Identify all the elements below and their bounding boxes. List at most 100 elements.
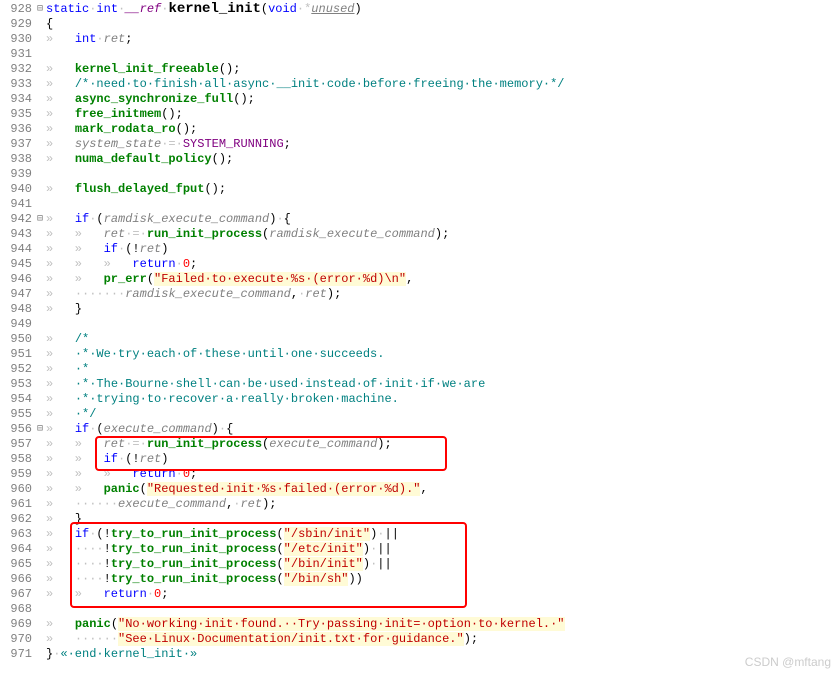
code-content[interactable]: » ····!try_to_run_init_process("/etc/ini… — [46, 542, 839, 557]
code-line[interactable]: 947 » ·······ramdisk_execute_command,·ret… — [0, 287, 839, 302]
code-line[interactable]: 935» free_initmem(); — [0, 107, 839, 122]
code-line[interactable]: 966» ····!try_to_run_init_process("/bin/… — [0, 572, 839, 587]
code-line[interactable]: 941 — [0, 197, 839, 212]
code-content[interactable]: » » return·0; — [46, 587, 839, 602]
code-line[interactable]: 943» » ret·=·run_init_process(ramdisk_ex… — [0, 227, 839, 242]
code-content[interactable]: » } — [46, 302, 839, 317]
code-line[interactable]: 945» » » return·0; — [0, 257, 839, 272]
code-content[interactable]: » » if·(!ret) — [46, 452, 839, 467]
code-line[interactable]: 940 » flush_delayed_fput(); — [0, 182, 839, 197]
code-content[interactable]: » numa_default_policy(); — [46, 152, 839, 167]
code-editor[interactable]: 928⊟static·int·__ref·kernel_init(void·*u… — [0, 0, 839, 664]
code-content[interactable]: » ·*/ — [46, 407, 839, 422]
code-line[interactable]: 967» » return·0; — [0, 587, 839, 602]
code-content[interactable]: » ······"See·Linux·Documentation/init.tx… — [46, 632, 839, 647]
code-line[interactable]: 934» async_synchronize_full(); — [0, 92, 839, 107]
code-line[interactable]: 963» if·(!try_to_run_init_process("/sbin… — [0, 527, 839, 542]
code-line[interactable]: 936» mark_rodata_ro(); — [0, 122, 839, 137]
code-content[interactable]: » » panic("Requested·init·%s·failed·(err… — [46, 482, 839, 497]
code-content[interactable]: » /* — [46, 332, 839, 347]
code-content[interactable]: » » ret·=·run_init_process(execute_comma… — [46, 437, 839, 452]
code-content[interactable]: » if·(!try_to_run_init_process("/sbin/in… — [46, 527, 839, 542]
code-line[interactable]: 938» numa_default_policy(); — [0, 152, 839, 167]
code-content[interactable]: » panic("No·working·init·found.··Try·pas… — [46, 617, 839, 632]
code-line[interactable]: 954» ·*·trying·to·recover·a·really·broke… — [0, 392, 839, 407]
code-content[interactable]: » async_synchronize_full(); — [46, 92, 839, 107]
code-line[interactable]: 957» » ret·=·run_init_process(execute_co… — [0, 437, 839, 452]
code-content[interactable]: » ·······ramdisk_execute_command,·ret); — [46, 287, 839, 302]
code-content[interactable]: » » pr_err("Failed·to·execute·%s·(error·… — [46, 272, 839, 287]
line-number: 929 — [0, 17, 34, 32]
code-content[interactable] — [46, 197, 839, 212]
fold-marker[interactable]: ⊟ — [34, 212, 46, 227]
code-line[interactable]: 960» » panic("Requested·init·%s·failed·(… — [0, 482, 839, 497]
code-content[interactable]: » /*·need·to·finish·all·async·__init·cod… — [46, 77, 839, 92]
code-line[interactable]: 937» system_state·=·SYSTEM_RUNNING; — [0, 137, 839, 152]
code-line[interactable]: 946» » pr_err("Failed·to·execute·%s·(err… — [0, 272, 839, 287]
code-line[interactable]: 930» int·ret; — [0, 32, 839, 47]
code-content[interactable]: » ····!try_to_run_init_process("/bin/ini… — [46, 557, 839, 572]
code-line[interactable]: 961» ······execute_command,·ret); — [0, 497, 839, 512]
code-line[interactable]: 929 { — [0, 17, 839, 32]
code-content[interactable]: » ·*·trying·to·recover·a·really·broken·m… — [46, 392, 839, 407]
code-content[interactable]: » } — [46, 512, 839, 527]
code-content[interactable]: » ·*·The·Bourne·shell·can·be·used·instea… — [46, 377, 839, 392]
code-content[interactable] — [46, 167, 839, 182]
code-line[interactable]: 956⊟» if·(execute_command)·{ — [0, 422, 839, 437]
code-content[interactable]: » kernel_init_freeable(); — [46, 62, 839, 77]
code-line[interactable]: 933» /*·need·to·finish·all·async·__init·… — [0, 77, 839, 92]
code-line[interactable]: 928⊟static·int·__ref·kernel_init(void·*u… — [0, 2, 839, 17]
code-line[interactable]: 971}·«·end·kernel_init·» — [0, 647, 839, 662]
code-content[interactable]: » » » return·0; — [46, 257, 839, 272]
code-line[interactable]: 965» ····!try_to_run_init_process("/bin/… — [0, 557, 839, 572]
code-line[interactable]: 958» » if·(!ret) — [0, 452, 839, 467]
code-line[interactable]: 955» ·*/ — [0, 407, 839, 422]
code-content[interactable]: » ·*·We·try·each·of·these·until·one·succ… — [46, 347, 839, 362]
code-line[interactable]: 968 — [0, 602, 839, 617]
fold-marker[interactable]: ⊟ — [34, 2, 46, 17]
code-content[interactable]: static·int·__ref·kernel_init(void·*unuse… — [46, 2, 839, 17]
code-line[interactable]: 932» kernel_init_freeable(); — [0, 62, 839, 77]
code-content[interactable]: » flush_delayed_fput(); — [46, 182, 839, 197]
code-content[interactable]: » » ret·=·run_init_process(ramdisk_execu… — [46, 227, 839, 242]
line-number: 941 — [0, 197, 34, 212]
fold-marker — [34, 347, 46, 362]
code-content[interactable]: { — [46, 17, 839, 32]
code-content[interactable]: » » if·(!ret) — [46, 242, 839, 257]
code-line[interactable]: 951» ·*·We·try·each·of·these·until·one·s… — [0, 347, 839, 362]
code-line[interactable]: 949 — [0, 317, 839, 332]
code-content[interactable]: » if·(execute_command)·{ — [46, 422, 839, 437]
code-content[interactable]: » » » return·0; — [46, 467, 839, 482]
code-content[interactable]: » free_initmem(); — [46, 107, 839, 122]
line-number: 947 — [0, 287, 34, 302]
code-line[interactable]: 969» panic("No·working·init·found.··Try·… — [0, 617, 839, 632]
code-content[interactable] — [46, 317, 839, 332]
code-content[interactable] — [46, 47, 839, 62]
code-line[interactable]: 959» » » return·0; — [0, 467, 839, 482]
fold-marker[interactable]: ⊟ — [34, 422, 46, 437]
code-content[interactable]: » ·* — [46, 362, 839, 377]
line-number: 940 — [0, 182, 34, 197]
code-content[interactable]: » ····!try_to_run_init_process("/bin/sh"… — [46, 572, 839, 587]
code-line[interactable]: 962» } — [0, 512, 839, 527]
code-content[interactable]: » int·ret; — [46, 32, 839, 47]
code-line[interactable]: 970» ······"See·Linux·Documentation/init… — [0, 632, 839, 647]
code-line[interactable]: 950» /* — [0, 332, 839, 347]
line-number: 949 — [0, 317, 34, 332]
code-line[interactable]: 942⊟» if·(ramdisk_execute_command)·{ — [0, 212, 839, 227]
code-content[interactable] — [46, 602, 839, 617]
code-content[interactable]: }·«·end·kernel_init·» — [46, 647, 839, 662]
code-line[interactable]: 964» ····!try_to_run_init_process("/etc/… — [0, 542, 839, 557]
code-content[interactable]: » ······execute_command,·ret); — [46, 497, 839, 512]
code-line[interactable]: 953» ·*·The·Bourne·shell·can·be·used·ins… — [0, 377, 839, 392]
code-line[interactable]: 931 — [0, 47, 839, 62]
code-content[interactable]: » mark_rodata_ro(); — [46, 122, 839, 137]
code-line[interactable]: 948» } — [0, 302, 839, 317]
code-content[interactable]: » if·(ramdisk_execute_command)·{ — [46, 212, 839, 227]
code-line[interactable]: 944» » if·(!ret) — [0, 242, 839, 257]
fold-marker — [34, 317, 46, 332]
code-line[interactable]: 939 — [0, 167, 839, 182]
code-line[interactable]: 952» ·* — [0, 362, 839, 377]
fold-marker — [34, 272, 46, 287]
code-content[interactable]: » system_state·=·SYSTEM_RUNNING; — [46, 137, 839, 152]
